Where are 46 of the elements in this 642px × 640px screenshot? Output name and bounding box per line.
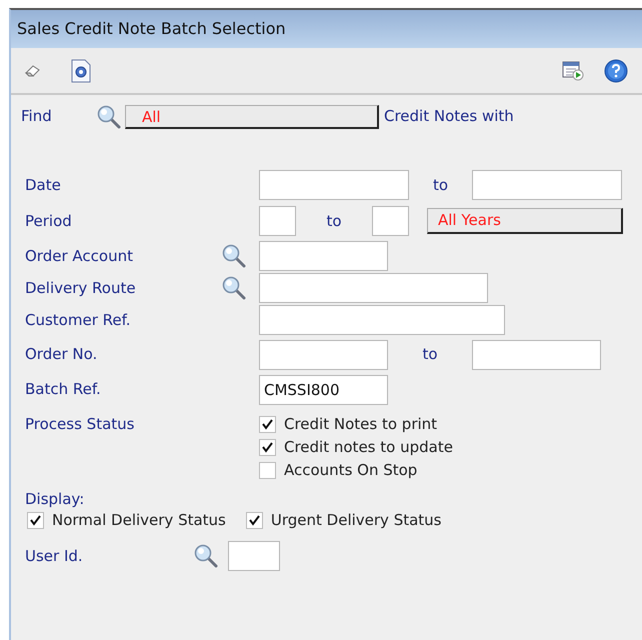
checkbox[interactable] (259, 462, 276, 479)
checkbox-label: Credit notes to update (284, 437, 453, 458)
field-label: Order Account (25, 246, 133, 267)
help-icon[interactable] (604, 58, 628, 82)
field-label: Order No. (25, 344, 98, 366)
input-field[interactable] (259, 170, 409, 200)
input-field[interactable] (472, 170, 622, 200)
field-label: Customer Ref. (25, 310, 131, 331)
checkbox-label: Accounts On Stop (284, 460, 418, 482)
input-field[interactable] (259, 340, 388, 370)
checkbox-label: Credit Notes to print (284, 414, 438, 436)
checkbox[interactable] (246, 512, 263, 528)
checkbox[interactable] (27, 512, 44, 528)
input-field[interactable] (259, 273, 488, 303)
input-field[interactable] (259, 305, 505, 335)
field-label: User Id. (25, 546, 84, 567)
find-label: Find (21, 106, 53, 128)
field-label: Period (25, 210, 72, 232)
checkbox[interactable] (259, 416, 276, 433)
field-label: Batch Ref. (25, 379, 101, 400)
to-label: to (325, 210, 343, 232)
find-dropdown[interactable]: All (125, 104, 379, 128)
input-field[interactable] (259, 241, 388, 271)
field-label: Process Status (25, 414, 134, 436)
to-label: to (432, 174, 450, 196)
checkbox-label: Urgent Delivery Status (270, 510, 442, 531)
input-field[interactable] (472, 340, 601, 370)
search-icon[interactable] (222, 244, 246, 268)
input-field[interactable] (372, 206, 409, 236)
input-field[interactable] (259, 206, 296, 236)
eraser-icon[interactable] (25, 64, 41, 76)
display-label: Display: (25, 488, 84, 510)
checkbox-label: Normal Delivery Status (52, 510, 226, 531)
table-run-icon[interactable] (562, 60, 584, 80)
field-label: Date (25, 174, 61, 196)
to-label: to (421, 344, 439, 366)
field-label: Delivery Route (25, 278, 136, 299)
input-field[interactable]: CMSSI800 (259, 374, 388, 404)
search-icon[interactable] (222, 276, 246, 300)
search-icon[interactable] (194, 544, 218, 568)
checkbox[interactable] (259, 439, 276, 456)
input-field[interactable] (228, 541, 280, 571)
years-dropdown[interactable]: All Years (427, 208, 623, 234)
search-icon[interactable] (97, 104, 121, 128)
find-suffix: Credit Notes with (384, 106, 514, 128)
window-title: Sales Credit Note Batch Selection (11, 10, 642, 48)
